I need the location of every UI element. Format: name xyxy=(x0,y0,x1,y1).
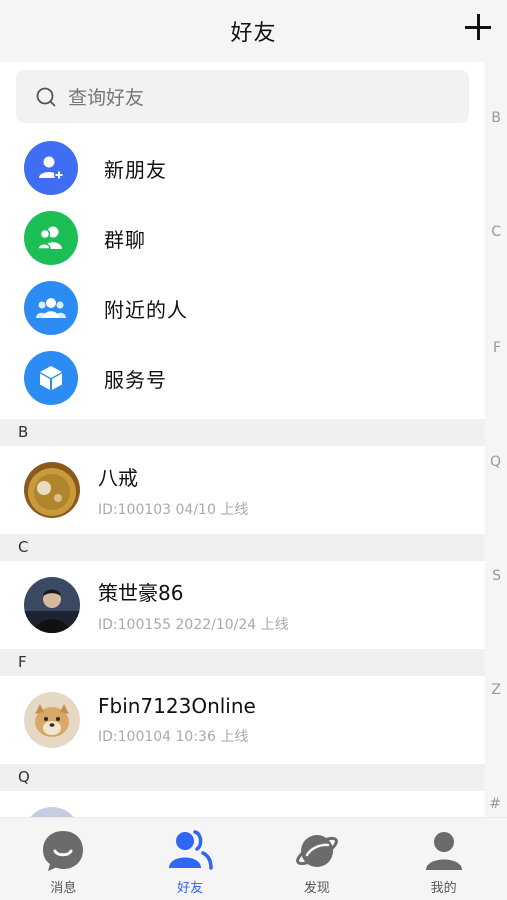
profile-icon xyxy=(425,832,462,870)
friend-name: 策世豪86 xyxy=(98,580,184,605)
friend-info: 八戒 ID:100103 04/10 上线 xyxy=(98,462,248,519)
search-placeholder: 查询好友 xyxy=(68,87,145,109)
friend-info: Fbin7123Online ID:100104 10:36 上线 xyxy=(98,694,256,746)
feature-nearby-people[interactable]: 附近的人 xyxy=(0,273,485,343)
friends-icon xyxy=(169,830,213,870)
chat-icon xyxy=(43,831,84,871)
page-title: 好友 xyxy=(230,21,277,46)
feature-service-accounts[interactable]: 服务号 xyxy=(0,343,485,413)
section-header-f: F xyxy=(0,649,485,676)
tab-me[interactable]: 我的 xyxy=(380,818,507,900)
friend-meta: ID:100155 2022/10/24 上线 xyxy=(98,616,289,633)
friend-row[interactable] xyxy=(0,791,485,817)
index-letter[interactable]: S xyxy=(492,568,501,584)
feature-label: 新朋友 xyxy=(104,157,167,182)
index-letter[interactable]: B xyxy=(491,110,501,126)
alphabet-index[interactable]: B C F Q S Z # xyxy=(485,62,507,817)
cube-icon xyxy=(24,351,78,405)
tab-label: 发现 xyxy=(303,881,330,896)
index-letter[interactable]: Z xyxy=(491,682,501,698)
friend-info: 策世豪86 ID:100155 2022/10/24 上线 xyxy=(98,577,289,634)
friend-row[interactable]: 策世豪86 ID:100155 2022/10/24 上线 xyxy=(0,561,485,649)
nearby-people-icon xyxy=(24,281,78,335)
friend-meta: ID:100104 10:36 上线 xyxy=(98,729,249,745)
tab-label: 我的 xyxy=(430,881,457,896)
friend-meta: ID:100103 04/10 上线 xyxy=(98,501,249,518)
planet-icon xyxy=(296,835,338,867)
feature-label: 群聊 xyxy=(104,227,146,252)
tab-label: 好友 xyxy=(177,881,204,896)
bottom-tab-bar: 消息 好友 发现 我的 xyxy=(0,817,507,900)
feature-label: 服务号 xyxy=(104,367,167,392)
search-input[interactable]: 查询好友 xyxy=(16,70,469,123)
friend-name: Fbin7123Online xyxy=(98,694,256,718)
feature-new-friends[interactable]: 新朋友 xyxy=(0,133,485,203)
app-screen: 好友 查询好友 新朋友 群聊 附近的人 服务号 B 八戒 ID:100103 0… xyxy=(0,0,507,900)
tab-label: 消息 xyxy=(50,881,77,896)
tab-messages[interactable]: 消息 xyxy=(0,818,127,900)
index-letter[interactable]: Q xyxy=(490,454,501,470)
avatar xyxy=(24,807,80,817)
feature-label: 附近的人 xyxy=(104,297,188,322)
friend-name: 八戒 xyxy=(98,465,138,490)
friends-list[interactable]: 查询好友 新朋友 群聊 附近的人 服务号 B 八戒 ID:100103 04/1… xyxy=(0,62,485,817)
search-icon xyxy=(36,87,56,106)
index-letter[interactable]: # xyxy=(489,796,501,812)
friend-row[interactable]: Fbin7123Online ID:100104 10:36 上线 xyxy=(0,676,485,764)
section-header-b: B xyxy=(0,419,485,446)
avatar xyxy=(24,462,80,518)
section-header-q: Q xyxy=(0,764,485,791)
top-bar: 好友 xyxy=(0,0,507,62)
group-icon xyxy=(24,211,78,265)
search-area: 查询好友 xyxy=(0,62,485,133)
avatar xyxy=(24,577,80,633)
add-icon[interactable] xyxy=(465,14,491,40)
friend-row[interactable]: 八戒 ID:100103 04/10 上线 xyxy=(0,446,485,534)
tab-discover[interactable]: 发现 xyxy=(254,818,381,900)
avatar xyxy=(24,692,80,748)
section-header-c: C xyxy=(0,534,485,561)
feature-group-chat[interactable]: 群聊 xyxy=(0,203,485,273)
add-user-icon xyxy=(24,141,78,195)
index-letter[interactable]: F xyxy=(493,340,501,356)
tab-friends[interactable]: 好友 xyxy=(127,818,254,900)
index-letter[interactable]: C xyxy=(491,224,501,240)
